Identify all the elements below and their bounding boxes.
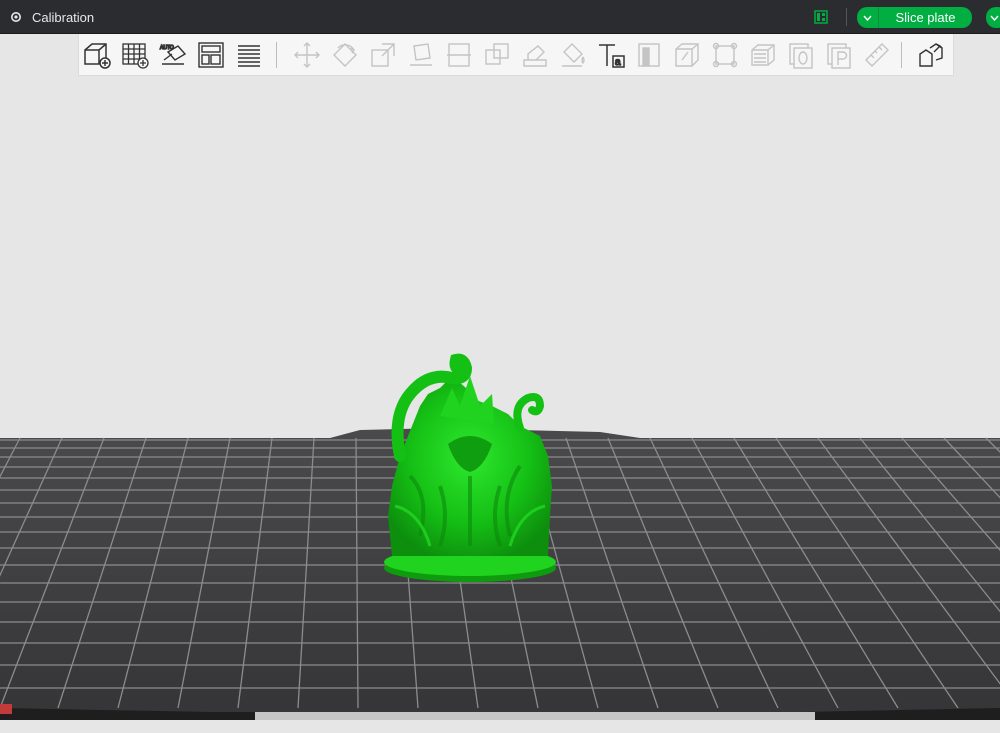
arrange-icon [198,42,224,68]
p-icon [827,43,851,69]
cube-plus-icon [84,43,111,69]
3d-viewport[interactable] [0,76,1000,733]
slice-dropdown-button[interactable] [857,7,879,28]
paint-bucket-icon [562,43,585,67]
tab-label: Calibration [32,9,95,25]
boolean-icon [485,43,509,65]
add-object-button[interactable] [81,39,113,71]
origin-marker [0,704,12,714]
seam-paint-button[interactable] [633,39,665,71]
ruler-button[interactable] [861,39,893,71]
plate-label-strip [255,712,815,720]
add-plate-button[interactable] [119,39,151,71]
svg-text:a: a [615,57,621,68]
text-icon: a [599,44,625,69]
slice-plate-button[interactable]: Slice plate [879,7,972,28]
toolbar-divider [276,42,277,68]
ruler-icon [865,43,889,67]
chevron-down-icon [863,15,872,21]
plate-view-icon[interactable] [814,10,828,24]
zero-icon [789,43,813,69]
main-toolbar: AUTO a [78,34,954,76]
rotate-button[interactable] [329,39,361,71]
support-paint-button[interactable] [519,39,551,71]
viewport-bottom [0,720,1000,733]
print-dropdown-button[interactable] [986,7,1000,28]
gear-icon [11,12,21,22]
assembly-button[interactable] [747,39,779,71]
measure-button[interactable] [709,39,741,71]
variable-layer-button[interactable] [785,39,817,71]
explode-icon [919,43,943,67]
stack-icon [751,44,775,66]
mesh-icon [675,43,699,67]
calibration-tab[interactable]: Calibration [0,0,94,34]
split-plates-button[interactable] [233,39,265,71]
auto-orient-button[interactable]: AUTO [157,39,189,71]
boolean-button[interactable] [481,39,513,71]
measure-frame-icon [712,42,738,68]
chevron-down-icon [990,15,999,21]
svg-text:AUTO: AUTO [160,45,174,51]
explode-button[interactable] [915,39,947,71]
scale-button[interactable] [367,39,399,71]
auto-orient-icon: AUTO [159,44,187,65]
mesh-boolean-button[interactable] [671,39,703,71]
arrange-button[interactable] [195,39,227,71]
scale-icon [371,43,395,67]
grid-plus-icon [122,43,149,69]
seam-paint-icon [638,43,660,67]
rotate-icon [333,43,357,67]
build-plate-scene [0,353,1000,733]
support-paint-icon [523,45,547,67]
plate-p-button[interactable] [823,39,855,71]
move-icon [294,42,320,68]
cut-icon [447,43,471,67]
lay-on-face-icon [410,43,432,66]
layers-icon [238,45,260,67]
color-paint-button[interactable] [557,39,589,71]
topbar-divider [846,8,847,26]
lay-on-face-button[interactable] [405,39,437,71]
text-tool-button[interactable]: a [595,39,627,71]
3d-model[interactable] [384,353,556,582]
top-bar: Calibration Slice plate [0,0,1000,34]
move-button[interactable] [291,39,323,71]
cut-button[interactable] [443,39,475,71]
toolbar-divider [901,42,902,68]
slice-button-group: Slice plate [857,7,972,28]
